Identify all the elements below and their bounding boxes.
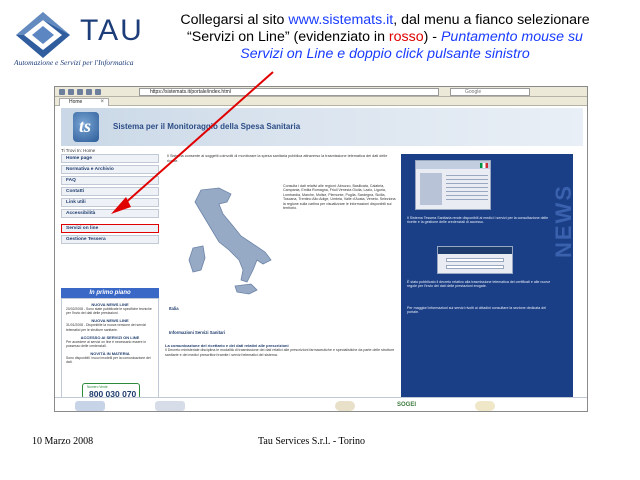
tau-diamond-icon [16,12,70,58]
regions-text: Consulta i dati relativi alle regioni: A… [283,184,396,211]
tau-logo: TAU Automazione e Servizi per l'Informat… [6,8,146,68]
intro-text: Il Sistema consente ai soggetti coinvolt… [167,154,388,163]
site-banner: ts Sistema per il Monitoraggio della Spe… [61,108,583,146]
login-card-image [437,246,513,274]
slide-date: 10 Marzo 2008 [32,436,94,447]
news-panel: NEWS Il Sistema Tessera Sanitaria rende … [401,154,573,409]
address-bar[interactable]: https://sistemats.it/portale/index.html [139,88,439,96]
stop-icon[interactable] [86,89,92,95]
browser-tabbar: Home × [55,97,587,106]
tessera-card-image [415,160,491,210]
list-item[interactable]: NUOVA NEWS LINE 20/02/2008 - Sono state … [66,302,154,315]
browser-toolbar: https://sistemats.it/portale/index.html … [55,87,587,97]
home-icon[interactable] [95,89,101,95]
instr-line2-prefix: “Servizi on Line” (evidenziato in [187,29,389,45]
instr-line2-suffix: ) - [423,29,441,45]
ts-logo-text: ts [79,116,92,136]
instr-red-word: rosso [388,29,424,45]
forward-icon[interactable] [68,89,74,95]
in-primo-piano-header: In primo piano [61,288,159,298]
tab-label: Home [69,99,83,105]
footer-logo[interactable] [335,401,355,411]
italia-label[interactable]: Italia [169,306,179,311]
breadcrumb: Ti Trovi In: Home [61,148,96,153]
instructions-text: Collegarsi al sito www.sistemats.it, dal… [140,12,630,63]
italy-map[interactable] [179,186,283,304]
site-link[interactable]: www.sistemats.it [288,12,393,28]
instr-line1-suffix: , dal menu a fianco selezionare [393,12,590,28]
instr-line1-prefix: Collegarsi al sito [180,12,289,28]
main-content: Il Sistema consente ai soggetti coinvolt… [165,154,397,409]
footer-logo[interactable] [155,401,185,411]
news-text: 31/01/2008 - Disponibile la nuova versio… [66,323,147,332]
reload-icon[interactable] [77,89,83,95]
left-news-column: NUOVA NEWS LINE 20/02/2008 - Sono state … [61,298,159,402]
back-icon[interactable] [59,89,65,95]
news-text: Per accedere ai servizi on line è necess… [66,339,147,349]
ts-logo[interactable]: ts [73,112,99,142]
sidebar-nav: Home page Normativa e Archivio FAQ Conta… [61,154,159,246]
browser-tab[interactable]: Home × [59,98,109,106]
browser-screenshot: https://sistemats.it/portale/index.html … [54,86,588,412]
site-title: Sistema per il Monitoraggio della Spesa … [113,122,301,131]
instr-italic-1: Puntamento mouse su [440,29,583,45]
page-footer: SOGEI [55,397,587,411]
instr-italic-2: Servizi on Line e doppio click pulsante … [240,46,530,62]
sogei-logo[interactable]: SOGEI [397,402,416,408]
news-text: Sono disponibili i nuovi modelli per la … [66,356,151,365]
sidebar-item-home[interactable]: Home page [61,154,159,163]
sidebar-item-faq[interactable]: FAQ [61,176,159,185]
news-item[interactable]: Per maggiori informazioni sui servizi ri… [407,306,557,315]
footer-logo[interactable] [75,401,105,411]
news-item[interactable]: Il Sistema Tessera Sanitaria rende dispo… [407,216,557,225]
sidebar-item-link-utili[interactable]: Link utili [61,198,159,207]
logo-wordmark: TAU [80,14,144,47]
news-item[interactable]: È stato pubblicato il decreto relativo a… [407,280,557,289]
sidebar-item-gestione-tessera[interactable]: Gestione Tessera [61,235,159,244]
close-icon[interactable]: × [100,99,104,106]
italian-flag-icon [480,163,488,168]
sidebar-item-accessibilita[interactable]: Accessibilità [61,209,159,218]
web-page: ts Sistema per il Monitoraggio della Spe… [55,106,587,411]
list-item[interactable]: ACCESSO AI SERVIZI ON LINE Per accedere … [66,335,154,348]
sidebar-item-servizi-on-line[interactable]: Servizi on line [61,224,159,233]
search-box[interactable]: Google [450,88,530,96]
news-text: 20/02/2008 - Sono state pubblicate le sp… [66,307,152,316]
lower-text: Il Decreto ministeriale disciplina le mo… [165,348,395,357]
list-item[interactable]: NUOVA NEWS LINE 31/01/2008 - Disponibile… [66,318,154,331]
sidebar-item-contatti[interactable]: Contatti [61,187,159,196]
logo-tagline: Automazione e Servizi per l'Informatica [14,58,134,67]
slide-company: Tau Services S.r.l. - Torino [258,436,366,447]
footer-logo[interactable] [475,401,495,411]
lower-section: La comunicazione del ricettario e dei da… [165,343,397,357]
list-item[interactable]: NOVITÀ IN MATERIA Sono disponibili i nuo… [66,351,154,364]
sidebar-item-normativa[interactable]: Normativa e Archivio [61,165,159,174]
info-link[interactable]: Informazioni Servizi Sanitari [169,330,225,335]
